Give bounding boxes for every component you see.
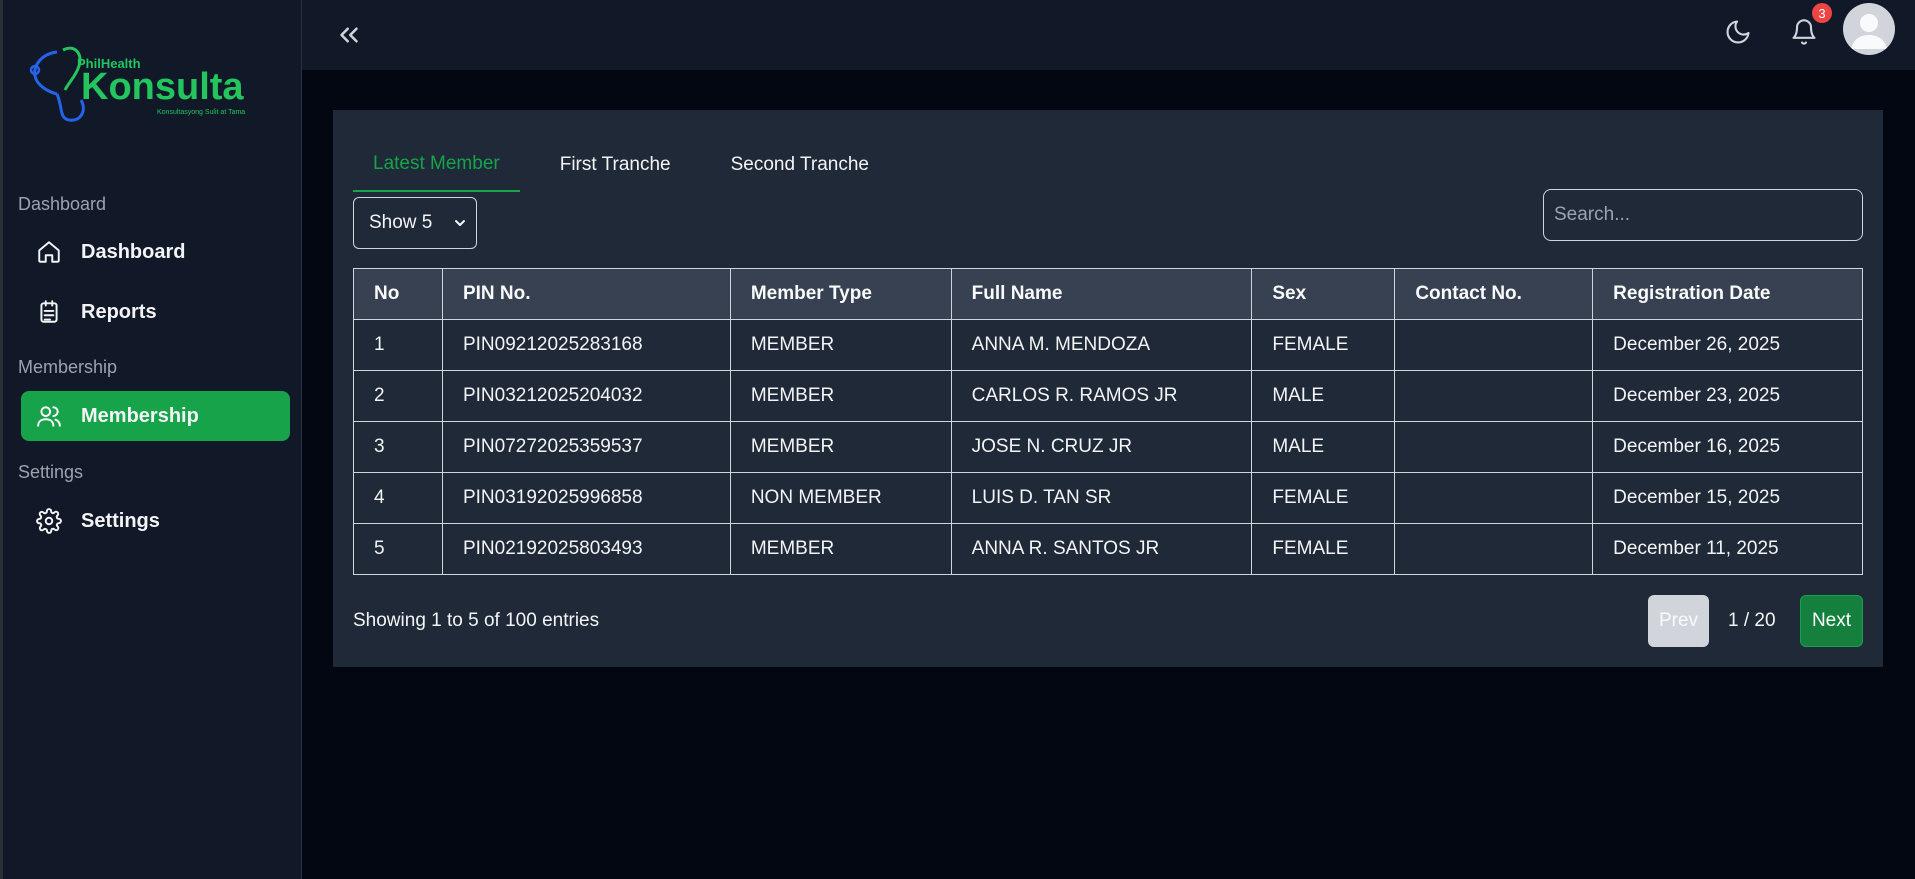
column-header-contact[interactable]: Contact No. — [1394, 268, 1594, 320]
cell-member-type: MEMBER — [729, 370, 952, 422]
prev-page-button[interactable]: Prev — [1648, 595, 1709, 647]
brand-tagline-text: Konsultasyong Sulit at Tama — [157, 109, 245, 116]
page-indicator: 1 / 20 — [1728, 610, 1776, 631]
user-avatar-icon — [1851, 14, 1887, 49]
cell-pin: PIN02192025803493 — [441, 523, 731, 575]
table-row[interactable]: 3 PIN07272025359537 MEMBER JOSE N. CRUZ … — [353, 421, 1863, 473]
member-tabs: Latest Member First Tranche Second Tranc… — [353, 138, 909, 192]
table-row[interactable]: 2 PIN03212025204032 MEMBER CARLOS R. RAM… — [353, 370, 1863, 422]
cell-sex: FEMALE — [1251, 523, 1396, 575]
collapse-sidebar-icon[interactable] — [334, 20, 364, 50]
cell-registration-date: December 26, 2025 — [1592, 319, 1863, 371]
brand-name-text: Konsulta — [81, 66, 244, 108]
table-row[interactable]: 5 PIN02192025803493 MEMBER ANNA R. SANTO… — [353, 523, 1863, 575]
sidebar-item-settings[interactable]: Settings — [21, 496, 290, 546]
cell-no: 4 — [353, 472, 443, 524]
user-avatar[interactable] — [1843, 3, 1895, 55]
cell-contact — [1394, 523, 1594, 575]
cell-member-type: MEMBER — [729, 319, 952, 371]
cell-member-type: MEMBER — [729, 421, 952, 473]
cell-full-name: CARLOS R. RAMOS JR — [950, 370, 1253, 422]
column-header-sex[interactable]: Sex — [1251, 268, 1396, 320]
sidebar-item-membership[interactable]: Membership — [21, 391, 290, 441]
cell-pin: PIN03192025996858 — [441, 472, 731, 524]
cell-no: 2 — [353, 370, 443, 422]
column-header-pin[interactable]: PIN No. — [441, 268, 731, 320]
column-header-no[interactable]: No — [353, 268, 443, 320]
tab-first-tranche[interactable]: First Tranche — [540, 138, 691, 192]
gear-icon — [35, 507, 63, 535]
notification-bell-icon[interactable] — [1790, 18, 1820, 48]
members-table: No PIN No. Member Type Full Name Sex Con… — [353, 268, 1863, 575]
members-card: Latest Member First Tranche Second Tranc… — [333, 110, 1883, 667]
cell-member-type: MEMBER — [729, 523, 952, 575]
cell-sex: MALE — [1251, 421, 1396, 473]
column-header-full-name[interactable]: Full Name — [950, 268, 1253, 320]
home-icon — [35, 238, 63, 266]
brand-logo[interactable]: PhilHealth Konsulta Konsultasyong Sulit … — [29, 44, 279, 128]
cell-sex: FEMALE — [1251, 472, 1396, 524]
sidebar-section-dashboard: Dashboard — [18, 194, 107, 214]
table-header-row: No PIN No. Member Type Full Name Sex Con… — [353, 268, 1863, 320]
sidebar-item-reports[interactable]: Reports — [21, 287, 290, 337]
entries-summary: Showing 1 to 5 of 100 entries — [353, 610, 600, 631]
cell-no: 3 — [353, 421, 443, 473]
sidebar: PhilHealth Konsulta Konsultasyong Sulit … — [0, 0, 302, 879]
cell-full-name: ANNA M. MENDOZA — [950, 319, 1253, 371]
search-input[interactable] — [1543, 189, 1863, 241]
table-row[interactable]: 1 PIN09212025283168 MEMBER ANNA M. MENDO… — [353, 319, 1863, 371]
app-root: PhilHealth Konsulta Konsultasyong Sulit … — [0, 0, 1915, 879]
cell-contact — [1394, 319, 1594, 371]
tab-latest-member[interactable]: Latest Member — [353, 138, 520, 192]
column-header-registration-date[interactable]: Registration Date — [1592, 268, 1863, 320]
page-size-value: Show 5 — [369, 212, 433, 233]
cell-registration-date: December 15, 2025 — [1592, 472, 1863, 524]
tab-second-tranche[interactable]: Second Tranche — [711, 138, 889, 192]
cell-full-name: JOSE N. CRUZ JR — [950, 421, 1253, 473]
table-row[interactable]: 4 PIN03192025996858 NON MEMBER LUIS D. T… — [353, 472, 1863, 524]
clipboard-icon — [35, 298, 63, 326]
cell-contact — [1394, 370, 1594, 422]
topbar: 3 — [302, 0, 1915, 70]
sidebar-item-label: Dashboard — [81, 240, 186, 263]
page-size-select[interactable]: Show 5 — [353, 197, 477, 249]
cell-registration-date: December 16, 2025 — [1592, 421, 1863, 473]
cell-pin: PIN03212025204032 — [441, 370, 731, 422]
sidebar-item-label: Reports — [81, 300, 157, 323]
dark-mode-toggle-icon[interactable] — [1724, 18, 1754, 48]
column-header-member-type[interactable]: Member Type — [729, 268, 952, 320]
cell-full-name: ANNA R. SANTOS JR — [950, 523, 1253, 575]
cell-contact — [1394, 421, 1594, 473]
sidebar-item-label: Settings — [81, 509, 160, 532]
next-page-button[interactable]: Next — [1800, 595, 1863, 647]
users-icon — [35, 402, 63, 430]
notification-count-badge: 3 — [1812, 3, 1832, 23]
konsulta-logo-icon: PhilHealth Konsulta Konsultasyong Sulit … — [29, 46, 245, 122]
cell-pin: PIN07272025359537 — [441, 421, 731, 473]
sidebar-section-membership: Membership — [18, 357, 118, 377]
chevron-down-icon — [452, 215, 468, 231]
cell-no: 5 — [353, 523, 443, 575]
cell-contact — [1394, 472, 1594, 524]
cell-registration-date: December 23, 2025 — [1592, 370, 1863, 422]
sidebar-section-settings: Settings — [18, 462, 84, 482]
cell-sex: FEMALE — [1251, 319, 1396, 371]
cell-registration-date: December 11, 2025 — [1592, 523, 1863, 575]
sidebar-item-dashboard[interactable]: Dashboard — [21, 227, 290, 277]
cell-sex: MALE — [1251, 370, 1396, 422]
cell-pin: PIN09212025283168 — [441, 319, 731, 371]
cell-full-name: LUIS D. TAN SR — [950, 472, 1253, 524]
cell-no: 1 — [353, 319, 443, 371]
sidebar-item-label: Membership — [81, 404, 199, 427]
cell-member-type: NON MEMBER — [729, 472, 952, 524]
